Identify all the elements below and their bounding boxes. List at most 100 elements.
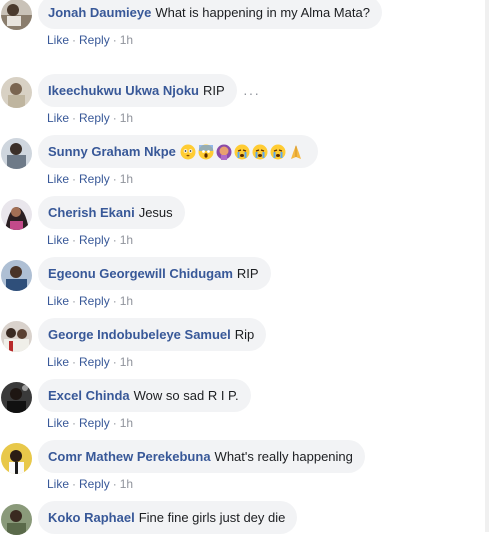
reply-link[interactable]: Reply	[79, 233, 110, 247]
comment-text: Wow so sad R I P.	[133, 388, 239, 403]
comment-timestamp[interactable]: 1h	[120, 33, 133, 47]
comment-text: What's really happening	[214, 449, 353, 464]
flushed-face-icon	[180, 144, 196, 160]
comment-author[interactable]: Egeonu Georgewill Chidugam	[48, 266, 233, 281]
separator: ·	[112, 172, 117, 186]
comment-bubble: Cherish Ekani Jesus	[38, 196, 185, 229]
avatar[interactable]	[1, 199, 32, 230]
comment-timestamp[interactable]: 1h	[120, 294, 133, 308]
comment-text: Rip	[234, 327, 255, 342]
comment-timestamp[interactable]: 1h	[120, 477, 133, 491]
comment-bubble: Excel Chinda Wow so sad R I P.	[38, 379, 251, 412]
comment-item: Cherish Ekani Jesus Like · Reply · 1h	[0, 191, 489, 252]
comment-author[interactable]: Jonah Daumieye	[48, 5, 151, 20]
separator: ·	[72, 111, 77, 125]
like-link[interactable]: Like	[47, 355, 69, 369]
comment-actions: Like · Reply · 1h	[47, 33, 133, 47]
comment-author[interactable]: Comr Mathew Perekebuna	[48, 449, 211, 464]
comment-item: Sunny Graham Nkpe Like · Reply · 1h	[0, 130, 489, 191]
like-link[interactable]: Like	[47, 294, 69, 308]
separator: ·	[112, 355, 117, 369]
comment-bubble: Egeonu Georgewill Chidugam RIP	[38, 257, 271, 290]
separator: ·	[72, 172, 77, 186]
comment-bubble: Koko Raphael Fine fine girls just dey di…	[38, 501, 298, 534]
comment-timestamp[interactable]: 1h	[120, 416, 133, 430]
comment-author[interactable]: Koko Raphael	[48, 510, 135, 525]
crying-face-icon	[270, 144, 286, 160]
separator: ·	[112, 233, 117, 247]
comment-item: Comr Mathew Perekebuna What's really hap…	[0, 435, 489, 496]
comment-timestamp[interactable]: 1h	[120, 233, 133, 247]
separator: ·	[72, 33, 77, 47]
comment-actions: Like · Reply · 1h	[47, 477, 133, 491]
comment-item: Koko Raphael Fine fine girls just dey di…	[0, 496, 489, 557]
comment-author[interactable]: Excel Chinda	[48, 388, 130, 403]
separator: ·	[112, 477, 117, 491]
crying-face-icon	[234, 144, 250, 160]
avatar[interactable]	[1, 504, 32, 535]
separator: ·	[72, 294, 77, 308]
comment-item: Egeonu Georgewill Chidugam RIP Like · Repl…	[0, 252, 489, 313]
separator: ·	[112, 111, 117, 125]
comment-author[interactable]: Cherish Ekani	[48, 205, 135, 220]
comment-actions: Like · Reply · 1h	[47, 416, 133, 430]
person-facepalming-icon	[216, 144, 232, 160]
comment-bubble: Sunny Graham Nkpe	[38, 135, 318, 168]
avatar[interactable]	[1, 260, 32, 291]
avatar[interactable]	[1, 77, 32, 108]
comment-item: Excel Chinda Wow so sad R I P. Like · Repl…	[0, 374, 489, 435]
comment-timestamp[interactable]: 1h	[120, 172, 133, 186]
comment-actions: Like · Reply · 1h	[47, 111, 133, 125]
comment-author[interactable]: Sunny Graham Nkpe	[48, 144, 176, 159]
separator: ·	[72, 233, 77, 247]
like-link[interactable]: Like	[47, 233, 69, 247]
avatar[interactable]	[1, 321, 32, 352]
comment-author[interactable]: George Indobubeleye Samuel	[48, 327, 231, 342]
avatar[interactable]	[1, 0, 32, 30]
like-link[interactable]: Like	[47, 111, 69, 125]
avatar[interactable]	[1, 443, 32, 474]
scrollbar[interactable]	[485, 0, 489, 532]
comment-actions: Like · Reply · 1h	[47, 172, 133, 186]
reply-link[interactable]: Reply	[79, 477, 110, 491]
comment-bubble: Comr Mathew Perekebuna What's really hap…	[38, 440, 365, 473]
reply-link[interactable]: Reply	[79, 355, 110, 369]
like-link[interactable]: Like	[47, 172, 69, 186]
comment-text: What is happening in my Alma Mata?	[155, 5, 370, 20]
comment-item: Ikeechukwu Ukwa Njoku RIP ··· Like · Reply…	[0, 69, 489, 130]
reply-link[interactable]: Reply	[79, 33, 110, 47]
reply-link[interactable]: Reply	[79, 416, 110, 430]
comment-actions: Like · Reply · 1h	[47, 233, 133, 247]
screaming-face-icon	[198, 144, 214, 160]
comment-item: Jonah Daumieye What is happening in my A…	[0, 0, 489, 52]
separator: ·	[72, 477, 77, 491]
comment-text: Jesus	[138, 205, 173, 220]
comment-timestamp[interactable]: 1h	[120, 111, 133, 125]
separator: ·	[112, 33, 117, 47]
comment-text: RIP	[203, 83, 225, 98]
like-link[interactable]: Like	[47, 33, 69, 47]
more-options-icon[interactable]: ···	[243, 85, 260, 101]
separator: ·	[72, 416, 77, 430]
avatar[interactable]	[1, 382, 32, 413]
comment-actions: Like · Reply · 1h	[47, 294, 133, 308]
like-link[interactable]: Like	[47, 477, 69, 491]
comment-bubble: Ikeechukwu Ukwa Njoku RIP	[38, 74, 237, 107]
comment-timestamp[interactable]: 1h	[120, 355, 133, 369]
separator: ·	[112, 416, 117, 430]
comment-actions: Like · Reply · 1h	[47, 355, 133, 369]
separator: ·	[72, 355, 77, 369]
comment-bubble: George Indobubeleye Samuel Rip	[38, 318, 267, 351]
comment-author[interactable]: Ikeechukwu Ukwa Njoku	[48, 83, 199, 98]
reply-link[interactable]: Reply	[79, 172, 110, 186]
reply-link[interactable]: Reply	[79, 111, 110, 125]
avatar[interactable]	[1, 138, 32, 169]
comment-text: Fine fine girls just dey die	[138, 510, 286, 525]
separator: ·	[112, 294, 117, 308]
crying-face-icon	[252, 144, 268, 160]
comment-item: George Indobubeleye Samuel Rip Like · Repl…	[0, 313, 489, 374]
like-link[interactable]: Like	[47, 416, 69, 430]
comment-text: RIP	[236, 266, 259, 281]
reply-link[interactable]: Reply	[79, 294, 110, 308]
comment-bubble: Jonah Daumieye What is happening in my A…	[38, 0, 382, 29]
